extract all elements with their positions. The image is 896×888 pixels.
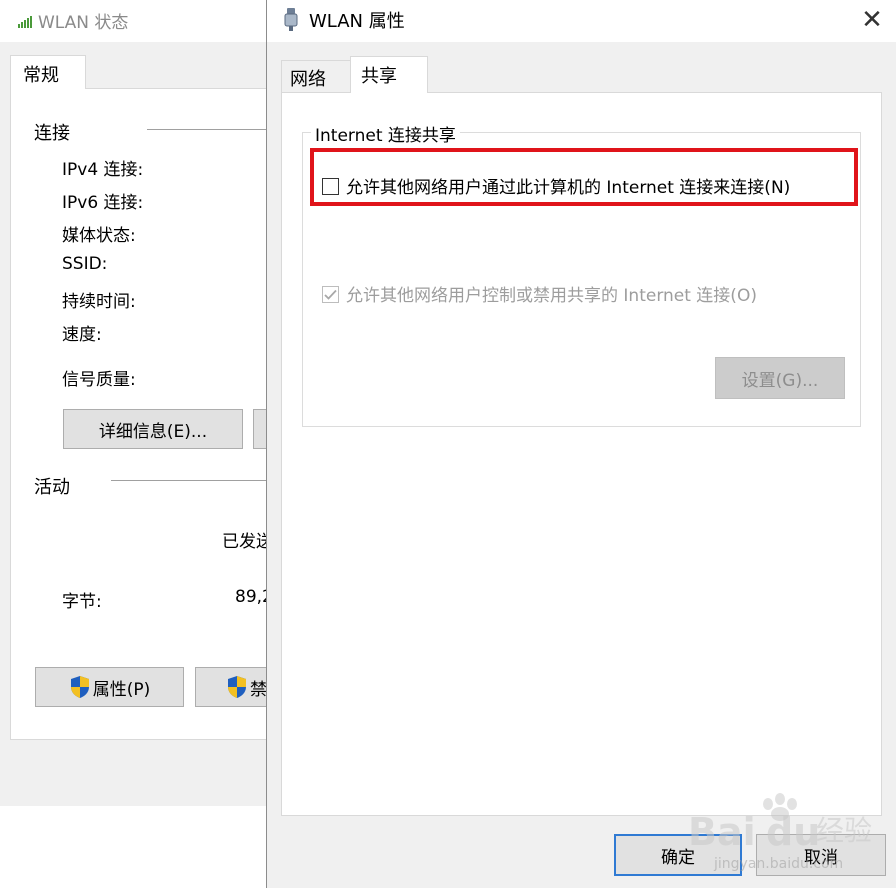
connection-section-label: 连接	[34, 123, 70, 144]
ipv6-label: IPv6 连接:	[62, 193, 144, 213]
cancel-button[interactable]: 取消	[756, 834, 886, 876]
shield-icon	[70, 676, 89, 698]
tab-general-label: 常规	[23, 65, 59, 86]
speed-label: 速度:	[62, 325, 102, 345]
details-button[interactable]: 详细信息(E)...	[63, 409, 243, 449]
status-titlebar[interactable]: WLAN 状态	[0, 0, 268, 42]
tab-network-label: 网络	[290, 69, 326, 90]
divider	[147, 129, 268, 130]
close-icon[interactable]: ✕	[858, 5, 886, 35]
allow-control-checkbox[interactable]	[322, 286, 339, 303]
divider	[111, 480, 268, 481]
tab-network[interactable]: 网络	[281, 60, 351, 92]
shield-icon	[228, 676, 246, 698]
tab-general[interactable]: 常规	[10, 55, 86, 89]
media-state-label: 媒体状态:	[62, 226, 136, 246]
settings-button[interactable]: 设置(G)...	[715, 357, 845, 399]
signal-quality-label: 信号质量:	[62, 370, 136, 390]
status-window-title: WLAN 状态	[38, 13, 129, 33]
ok-button[interactable]: 确定	[614, 834, 742, 876]
properties-button[interactable]: 属性(P)	[35, 667, 184, 707]
properties-title: WLAN 属性	[309, 11, 405, 32]
duration-label: 持续时间:	[62, 292, 136, 312]
disable-button[interactable]: 禁	[195, 667, 268, 707]
highlight-annotation	[310, 148, 858, 206]
ssid-label: SSID:	[62, 254, 108, 274]
tab-sharing-label: 共享	[361, 66, 397, 87]
network-adapter-icon	[284, 8, 298, 31]
allow-control-label[interactable]: 允许其他网络用户控制或禁用共享的 Internet 连接(O)	[346, 281, 757, 306]
properties-button-label: 属性(P)	[92, 679, 151, 700]
bytes-label: 字节:	[62, 592, 102, 612]
ics-group-title: Internet 连接共享	[311, 121, 460, 146]
check-icon	[324, 289, 337, 300]
tab-sharing[interactable]: 共享	[350, 56, 428, 93]
activity-section-label: 活动	[34, 477, 70, 498]
sent-label: 已发送	[222, 532, 268, 552]
disable-button-label: 禁	[250, 679, 267, 700]
signal-icon	[18, 16, 32, 28]
ipv4-label: IPv4 连接:	[62, 160, 144, 180]
bytes-sent-value: 89,2	[235, 587, 268, 607]
